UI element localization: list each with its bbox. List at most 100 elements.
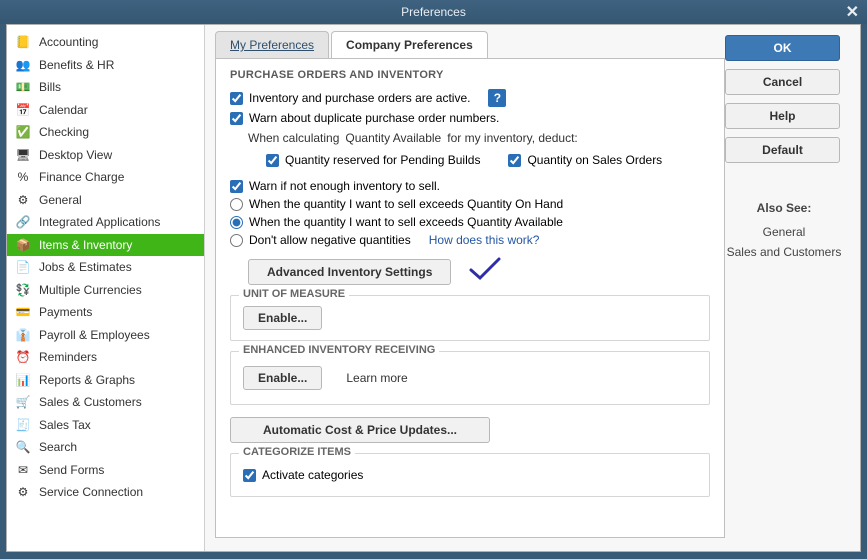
sidebar-item-label: Payments xyxy=(39,305,92,319)
sidebar-item-jobs-estimates[interactable]: 📄 Jobs & Estimates xyxy=(7,256,204,279)
sidebar-item-payroll-employees[interactable]: 👔 Payroll & Employees xyxy=(7,324,204,347)
sidebar-item-reports-graphs[interactable]: 📊 Reports & Graphs xyxy=(7,369,204,392)
also-see-item[interactable]: Sales and Customers xyxy=(725,245,843,259)
radio-no-negative[interactable] xyxy=(230,234,243,247)
sidebar-item-label: Reports & Graphs xyxy=(39,373,135,387)
window-title: Preferences xyxy=(401,5,466,19)
sidebar-item-integrated-applications[interactable]: 🔗 Integrated Applications xyxy=(7,211,204,234)
label-qty-pending-builds: Quantity reserved for Pending Builds xyxy=(285,153,480,167)
label-no-negative: Don't allow negative quantities xyxy=(249,233,411,247)
sidebar-item-label: Sales & Customers xyxy=(39,395,142,409)
sidebar-item-finance-charge[interactable]: %Finance Charge xyxy=(7,166,204,189)
categorize-legend: CATEGORIZE ITEMS xyxy=(239,446,355,458)
close-icon[interactable]: ✕ xyxy=(846,2,859,22)
label-when-calculating-pre: When calculating xyxy=(248,131,339,145)
sidebar-item-label: Payroll & Employees xyxy=(39,328,150,342)
sidebar-item-sales-customers[interactable]: 🛒 Sales & Customers xyxy=(7,391,204,414)
sidebar-icon: 📦 xyxy=(13,237,33,253)
link-learn-more[interactable]: Learn more xyxy=(346,371,407,385)
help-icon[interactable]: ? xyxy=(488,89,506,107)
sidebar-item-general[interactable]: ⚙General xyxy=(7,189,204,212)
advanced-inventory-button[interactable]: Advanced Inventory Settings xyxy=(248,259,451,285)
also-see-item[interactable]: General xyxy=(725,225,843,239)
sidebar-item-accounting[interactable]: 📒Accounting xyxy=(7,31,204,54)
checkbox-activate-categories[interactable] xyxy=(243,469,256,482)
sidebar-item-checking[interactable]: ✅Checking xyxy=(7,121,204,144)
company-preferences-panel: PURCHASE ORDERS AND INVENTORY Inventory … xyxy=(215,58,725,538)
section-unit-of-measure: UNIT OF MEASURE Enable... xyxy=(230,295,710,341)
sidebar-icon: 💱 xyxy=(13,282,33,298)
sidebar-item-multiple-currencies[interactable]: 💱 Multiple Currencies xyxy=(7,279,204,302)
checkbox-warn-duplicate[interactable] xyxy=(230,112,243,125)
auto-cost-price-button[interactable]: Automatic Cost & Price Updates... xyxy=(230,417,490,443)
sidebar-item-items-inventory[interactable]: 📦 Items & Inventory xyxy=(7,234,204,257)
link-how-does-this-work[interactable]: How does this work? xyxy=(429,233,540,247)
sidebar-item-reminders[interactable]: ⏰Reminders xyxy=(7,346,204,369)
eir-enable-button[interactable]: Enable... xyxy=(243,366,322,390)
right-column: OK Cancel Help Default Also See: General… xyxy=(725,31,853,545)
sidebar-item-label: Desktop View xyxy=(39,148,112,162)
sidebar-icon: ✉ xyxy=(13,462,33,478)
ok-button[interactable]: OK xyxy=(725,35,840,61)
sidebar-item-label: Calendar xyxy=(39,103,88,117)
sidebar-item-label: Benefits & HR xyxy=(39,58,114,72)
sidebar-icon: 📊 xyxy=(13,372,33,388)
tabs: My Preferences Company Preferences xyxy=(215,31,725,58)
sidebar-icon: ⚙ xyxy=(13,484,33,500)
sidebar-item-service-connection[interactable]: ⚙ Service Connection xyxy=(7,481,204,504)
tab-company-preferences[interactable]: Company Preferences xyxy=(331,31,488,58)
sidebar-item-label: Integrated Applications xyxy=(39,215,160,229)
tab-my-preferences[interactable]: My Preferences xyxy=(215,31,329,58)
sidebar-item-label: Finance Charge xyxy=(39,170,124,184)
sidebar-item-sales-tax[interactable]: 🧾 Sales Tax xyxy=(7,414,204,437)
checkmark-icon xyxy=(468,256,502,282)
radio-exceeds-on-hand[interactable] xyxy=(230,198,243,211)
content-area: My Preferences Company Preferences PURCH… xyxy=(205,25,860,551)
sidebar-icon: 📄 xyxy=(13,259,33,275)
sidebar-icon: 🧾 xyxy=(13,417,33,433)
sidebar-item-label: Multiple Currencies xyxy=(39,283,142,297)
sidebar-icon: 👥 xyxy=(13,57,33,73)
checkbox-qty-sales-orders[interactable] xyxy=(508,154,521,167)
also-see-title: Also See: xyxy=(725,201,843,215)
sidebar-item-label: Search xyxy=(39,440,77,454)
sidebar-icon: 🛒 xyxy=(13,394,33,410)
section-enhanced-inventory-receiving: ENHANCED INVENTORY RECEIVING Enable... L… xyxy=(230,351,710,405)
sidebar-item-bills[interactable]: 💵 Bills xyxy=(7,76,204,99)
sidebar-item-benefits-hr[interactable]: 👥 Benefits & HR xyxy=(7,54,204,77)
preferences-window: 📒Accounting 👥 Benefits & HR 💵 Bills 📅Calendar… xyxy=(6,24,861,552)
sidebar-icon: 👔 xyxy=(13,327,33,343)
cancel-button[interactable]: Cancel xyxy=(725,69,840,95)
sidebar-item-search[interactable]: 🔍 Search xyxy=(7,436,204,459)
sidebar-icon: 🔗 xyxy=(13,214,33,230)
default-button[interactable]: Default xyxy=(725,137,840,163)
label-activate-categories: Activate categories xyxy=(262,468,363,482)
sidebar-item-send-forms[interactable]: ✉Send Forms xyxy=(7,459,204,482)
sidebar-item-calendar[interactable]: 📅Calendar xyxy=(7,99,204,122)
link-quantity-available[interactable]: Quantity Available xyxy=(345,131,441,145)
help-button[interactable]: Help xyxy=(725,103,840,129)
radio-exceeds-available[interactable] xyxy=(230,216,243,229)
sidebar-item-desktop-view[interactable]: 🖥Desktop View xyxy=(7,144,204,167)
uom-legend: UNIT OF MEASURE xyxy=(239,288,349,300)
checkbox-qty-pending-builds[interactable] xyxy=(266,154,279,167)
sidebar-item-payments[interactable]: 💳 Payments xyxy=(7,301,204,324)
sidebar-item-label: Items & Inventory xyxy=(39,238,132,252)
checkbox-inventory-active[interactable] xyxy=(230,92,243,105)
label-when-calculating-post: for my inventory, deduct: xyxy=(447,131,578,145)
also-see: Also See: General Sales and Customers xyxy=(725,195,843,265)
checkbox-warn-not-enough[interactable] xyxy=(230,180,243,193)
sidebar-item-label: Sales Tax xyxy=(39,418,91,432)
sidebar-item-label: General xyxy=(39,193,82,207)
sidebar-item-label: Jobs & Estimates xyxy=(39,260,132,274)
label-warn-duplicate: Warn about duplicate purchase order numb… xyxy=(249,111,499,125)
title-bar: Preferences ✕ xyxy=(0,0,867,24)
sidebar-item-label: Bills xyxy=(39,80,61,94)
uom-enable-button[interactable]: Enable... xyxy=(243,306,322,330)
sidebar-icon: 🔍 xyxy=(13,439,33,455)
sidebar-item-label: Reminders xyxy=(39,350,97,364)
label-warn-not-enough: Warn if not enough inventory to sell. xyxy=(249,179,440,193)
sidebar-icon: 💳 xyxy=(13,304,33,320)
sidebar-item-label: Service Connection xyxy=(39,485,143,499)
sidebar-icon: 💵 xyxy=(13,79,33,95)
